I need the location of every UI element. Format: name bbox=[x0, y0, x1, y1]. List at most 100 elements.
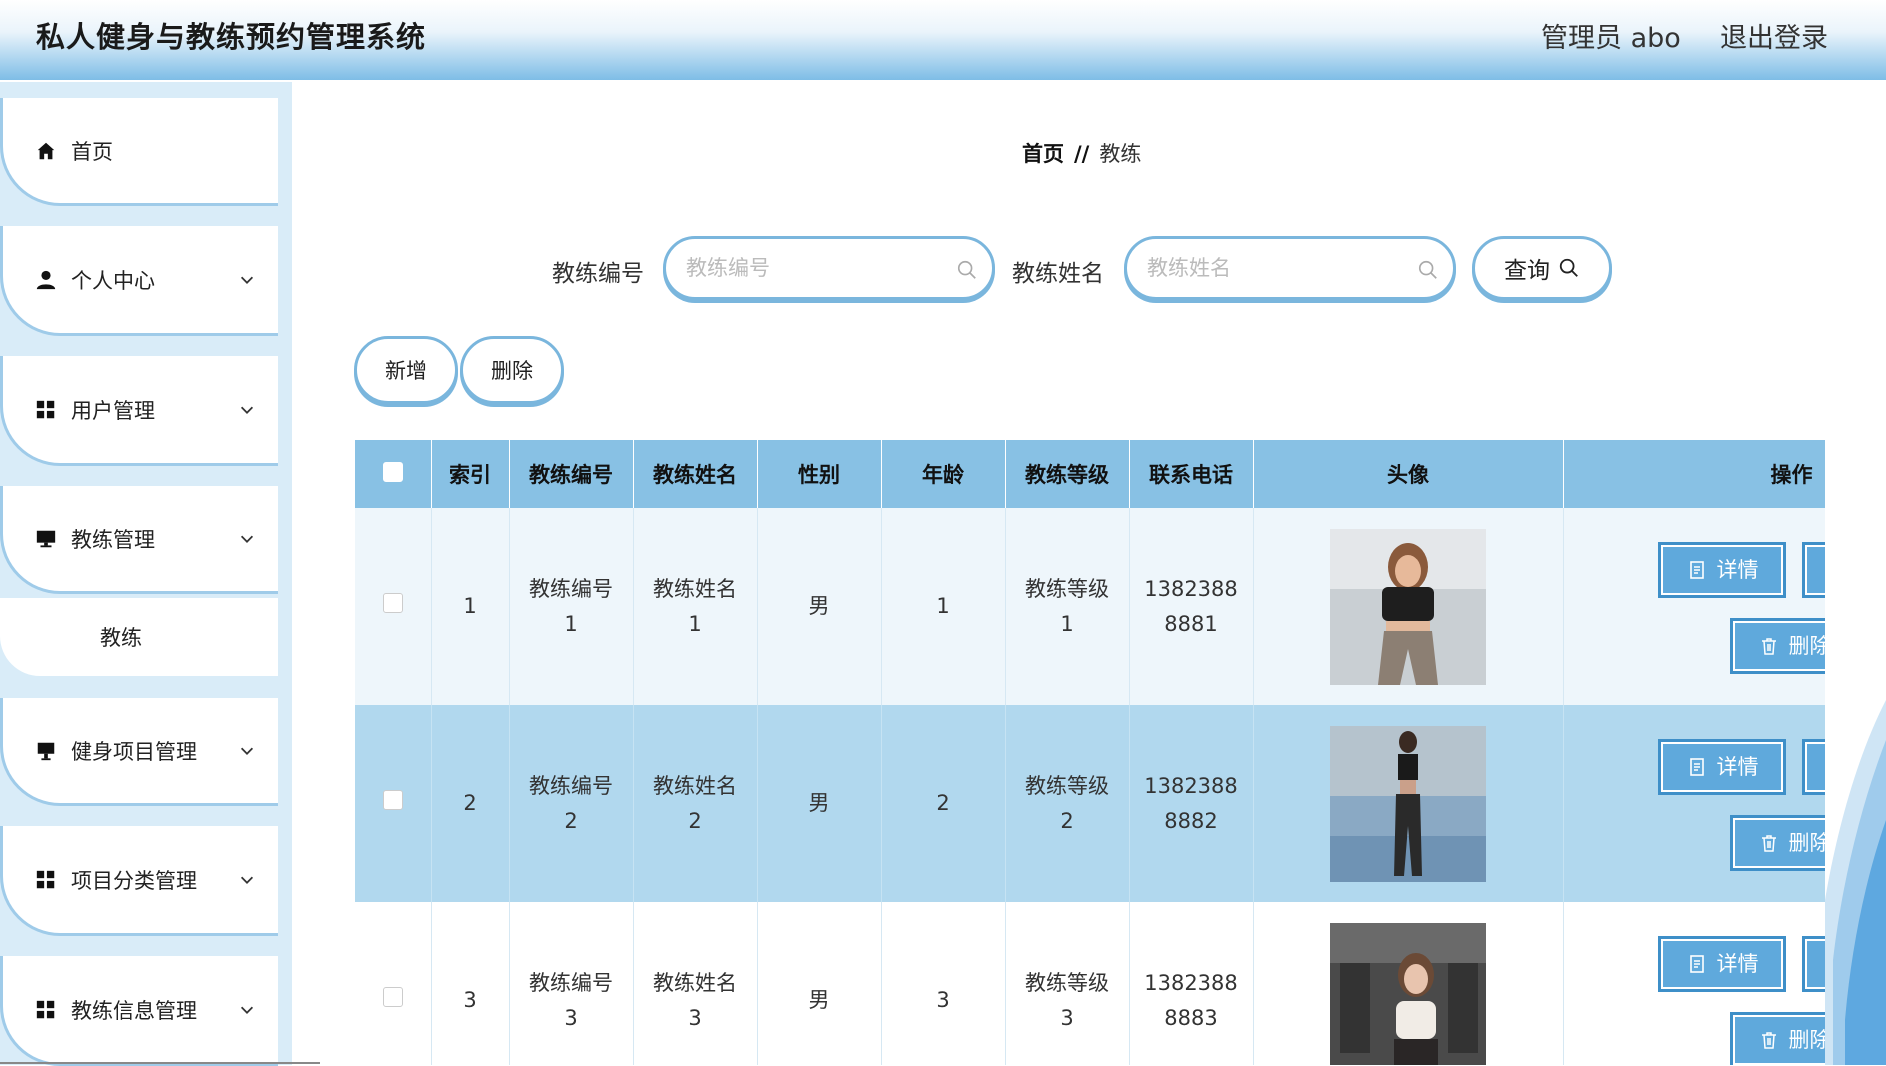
cell-phone-line1: 1382388 bbox=[1144, 970, 1238, 995]
sidebar-item-label: 个人中心 bbox=[71, 268, 155, 293]
table-header-row: 索引 教练编号 教练姓名 性别 年龄 教练等级 联系电话 头像 操作 bbox=[355, 440, 1825, 508]
detail-button[interactable]: 详情 bbox=[1657, 542, 1786, 598]
cell-actions: 详情 删除 bbox=[1563, 902, 1825, 1065]
cell-level: 教练等级 2 bbox=[1005, 705, 1130, 902]
cell-gender: 男 bbox=[757, 508, 882, 705]
cell-gender: 男 bbox=[757, 705, 882, 902]
detail-button[interactable]: 详情 bbox=[1657, 936, 1786, 992]
add-button[interactable]: 新增 bbox=[354, 336, 458, 404]
column-header-actions-label: 操作 bbox=[1770, 463, 1813, 487]
cell-gender: 男 bbox=[757, 902, 882, 1065]
sidebar-item-profile[interactable]: 个人中心 bbox=[0, 226, 278, 336]
chevron-down-icon bbox=[240, 535, 254, 543]
row-checkbox[interactable] bbox=[382, 790, 403, 810]
edit-button[interactable] bbox=[1801, 936, 1825, 992]
search-icon bbox=[1559, 258, 1578, 277]
coach-avatar-image[interactable] bbox=[1330, 725, 1486, 882]
cell-phone: 1382388 8881 bbox=[1129, 508, 1254, 705]
sidebar-subitem-coach[interactable]: 教练 bbox=[0, 598, 278, 676]
sidebar-item-label: 教练管理 bbox=[71, 527, 155, 552]
cell-level-line1: 教练等级 bbox=[1025, 970, 1109, 995]
delete-button[interactable]: 删除 bbox=[1729, 815, 1826, 871]
sidebar-item-category-management[interactable]: 项目分类管理 bbox=[0, 826, 278, 936]
cell-level-line2: 3 bbox=[1060, 1005, 1074, 1030]
breadcrumb-home[interactable]: 首页 bbox=[1022, 142, 1064, 166]
coach-avatar-image[interactable] bbox=[1330, 922, 1486, 1066]
coach-name-search-box bbox=[1124, 236, 1456, 300]
coach-name-label: 教练姓名 bbox=[1012, 261, 1104, 287]
cell-level-line2: 2 bbox=[1060, 808, 1074, 833]
coach-id-label: 教练编号 bbox=[552, 261, 644, 287]
cell-avatar bbox=[1253, 508, 1564, 705]
breadcrumb-separator: // bbox=[1074, 142, 1090, 166]
row-checkbox[interactable] bbox=[382, 593, 403, 613]
sidebar: 首页 个人中心 用户管理 教练管理 教练 健身项目管理 项目分类管理 教练信息管… bbox=[0, 82, 292, 1066]
column-header-index: 索引 bbox=[431, 440, 510, 508]
cell-coach-name: 教练姓名 3 bbox=[633, 902, 758, 1065]
edit-button[interactable] bbox=[1801, 542, 1825, 598]
table-row: 1 教练编号 1 教练姓名 1 男 1 教练等级 1 1382388 8881 bbox=[355, 508, 1825, 705]
cell-coach-id: 教练编号 1 bbox=[509, 508, 634, 705]
coach-id-input[interactable] bbox=[686, 253, 946, 283]
cell-phone: 1382388 8882 bbox=[1129, 705, 1254, 902]
cell-phone-line2: 8881 bbox=[1164, 611, 1218, 636]
cell-level-line2: 1 bbox=[1060, 611, 1074, 636]
column-header-coach-name: 教练姓名 bbox=[633, 440, 758, 508]
top-header: 私人健身与教练预约管理系统 管理员 abo 退出登录 bbox=[0, 0, 1886, 80]
cell-level: 教练等级 3 bbox=[1005, 902, 1130, 1065]
query-button-label: 查询 bbox=[1504, 258, 1550, 284]
column-header-gender: 性别 bbox=[757, 440, 882, 508]
grid-icon bbox=[35, 869, 57, 891]
search-icon bbox=[957, 260, 976, 279]
logout-link[interactable]: 退出登录 bbox=[1720, 16, 1828, 55]
chevron-down-icon bbox=[240, 747, 254, 755]
cell-actions: 详情 删除 bbox=[1563, 508, 1825, 705]
app-title: 私人健身与教练预约管理系统 bbox=[36, 20, 427, 54]
batch-delete-button[interactable]: 删除 bbox=[460, 336, 564, 404]
user-icon bbox=[35, 269, 57, 291]
sidebar-item-coach-management[interactable]: 教练管理 bbox=[0, 486, 278, 594]
select-all-checkbox[interactable] bbox=[382, 461, 403, 482]
cell-actions: 详情 删除 bbox=[1563, 705, 1825, 902]
horizontal-scrollbar[interactable] bbox=[0, 1062, 320, 1064]
monitor-icon bbox=[35, 740, 57, 762]
coach-avatar-image[interactable] bbox=[1330, 528, 1486, 685]
cell-index: 3 bbox=[431, 902, 510, 1065]
trash-icon bbox=[1761, 835, 1776, 852]
coach-id-search-box bbox=[663, 236, 995, 300]
decorative-wave bbox=[1825, 700, 1886, 1065]
detail-button[interactable]: 详情 bbox=[1657, 739, 1786, 795]
sidebar-item-coach-info-management[interactable]: 教练信息管理 bbox=[0, 956, 278, 1066]
add-button-label: 新增 bbox=[385, 359, 427, 383]
delete-button[interactable]: 删除 bbox=[1729, 1012, 1825, 1065]
cell-coach-name-line1: 教练姓名 bbox=[653, 576, 737, 601]
coach-name-input[interactable] bbox=[1147, 253, 1407, 283]
cell-coach-name-line1: 教练姓名 bbox=[653, 773, 737, 798]
edit-button[interactable] bbox=[1801, 739, 1825, 795]
sidebar-subitem-label: 教练 bbox=[100, 626, 142, 650]
sidebar-item-home[interactable]: 首页 bbox=[0, 98, 278, 206]
chevron-down-icon bbox=[240, 1006, 254, 1014]
detail-button-label: 详情 bbox=[1716, 557, 1759, 582]
row-select-cell bbox=[355, 902, 432, 1065]
delete-button[interactable]: 删除 bbox=[1729, 618, 1825, 674]
chevron-down-icon bbox=[240, 406, 254, 414]
cell-coach-id-line1: 教练编号 bbox=[529, 970, 613, 995]
cell-coach-id-line1: 教练编号 bbox=[529, 773, 613, 798]
sidebar-item-fitness-projects[interactable]: 健身项目管理 bbox=[0, 698, 278, 806]
grid-icon bbox=[35, 999, 57, 1021]
column-header-age: 年龄 bbox=[881, 440, 1006, 508]
delete-button-label: 删除 bbox=[1788, 830, 1826, 855]
cell-level-line1: 教练等级 bbox=[1025, 576, 1109, 601]
query-button[interactable]: 查询 bbox=[1472, 236, 1612, 300]
detail-button-label: 详情 bbox=[1716, 951, 1759, 976]
sidebar-item-label: 用户管理 bbox=[71, 398, 155, 423]
document-icon bbox=[1689, 758, 1704, 776]
row-checkbox[interactable] bbox=[382, 987, 403, 1007]
cell-age: 1 bbox=[881, 508, 1006, 705]
batch-delete-button-label: 删除 bbox=[491, 359, 533, 383]
sidebar-item-label: 健身项目管理 bbox=[71, 739, 197, 764]
document-icon bbox=[1689, 561, 1704, 579]
sidebar-item-users[interactable]: 用户管理 bbox=[0, 356, 278, 466]
cell-level-line1: 教练等级 bbox=[1025, 773, 1109, 798]
